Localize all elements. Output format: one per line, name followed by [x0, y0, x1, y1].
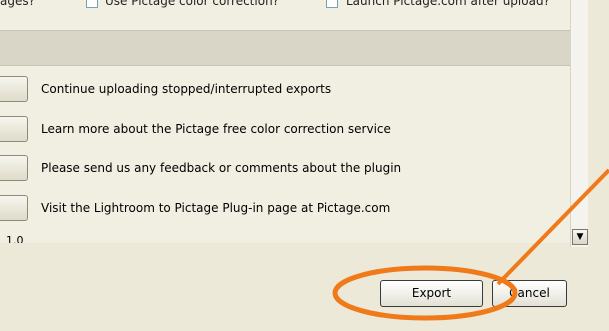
- visit-plugin-page-label: Visit the Lightroom to Pictage Plug-in p…: [41, 201, 391, 215]
- scroll-track[interactable]: [573, 0, 587, 227]
- continue-uploading-label: Continue uploading stopped/interrupted e…: [41, 82, 332, 96]
- clipped-option-label: ages?: [0, 0, 35, 8]
- launch-pictage-label: Launch Pictage.com after upload?: [346, 0, 550, 8]
- send-feedback-button[interactable]: [0, 155, 28, 181]
- color-correction-checkbox[interactable]: [86, 0, 98, 8]
- top-checkbox-row: ages? Use Pictage color correction? Laun…: [0, 0, 570, 26]
- vertical-scrollbar[interactable]: ▼: [570, 0, 589, 247]
- color-correction-label: Use Pictage color correction?: [105, 0, 280, 8]
- export-button[interactable]: Export: [380, 280, 483, 307]
- plugin-settings-panel: ages? Use Pictage color correction? Laun…: [0, 0, 571, 243]
- scroll-down-arrow-icon[interactable]: ▼: [572, 229, 588, 245]
- section-header: [0, 30, 570, 66]
- send-feedback-label: Please send us any feedback or comments …: [41, 161, 402, 175]
- action-row-continue-uploading: Continue uploading stopped/interrupted e…: [0, 76, 570, 106]
- version-label: 1.0: [6, 234, 24, 243]
- learn-more-label: Learn more about the Pictage free color …: [41, 122, 391, 136]
- action-row-visit-page: Visit the Lightroom to Pictage Plug-in p…: [0, 195, 570, 225]
- continue-uploading-button[interactable]: [0, 76, 28, 102]
- launch-pictage-checkbox[interactable]: [326, 0, 338, 8]
- cancel-button[interactable]: Cancel: [492, 280, 567, 307]
- learn-more-button[interactable]: [0, 116, 28, 142]
- action-row-learn-more: Learn more about the Pictage free color …: [0, 116, 570, 146]
- window-frame-edge: [588, 0, 609, 331]
- visit-plugin-page-button[interactable]: [0, 195, 28, 221]
- action-row-feedback: Please send us any feedback or comments …: [0, 155, 570, 185]
